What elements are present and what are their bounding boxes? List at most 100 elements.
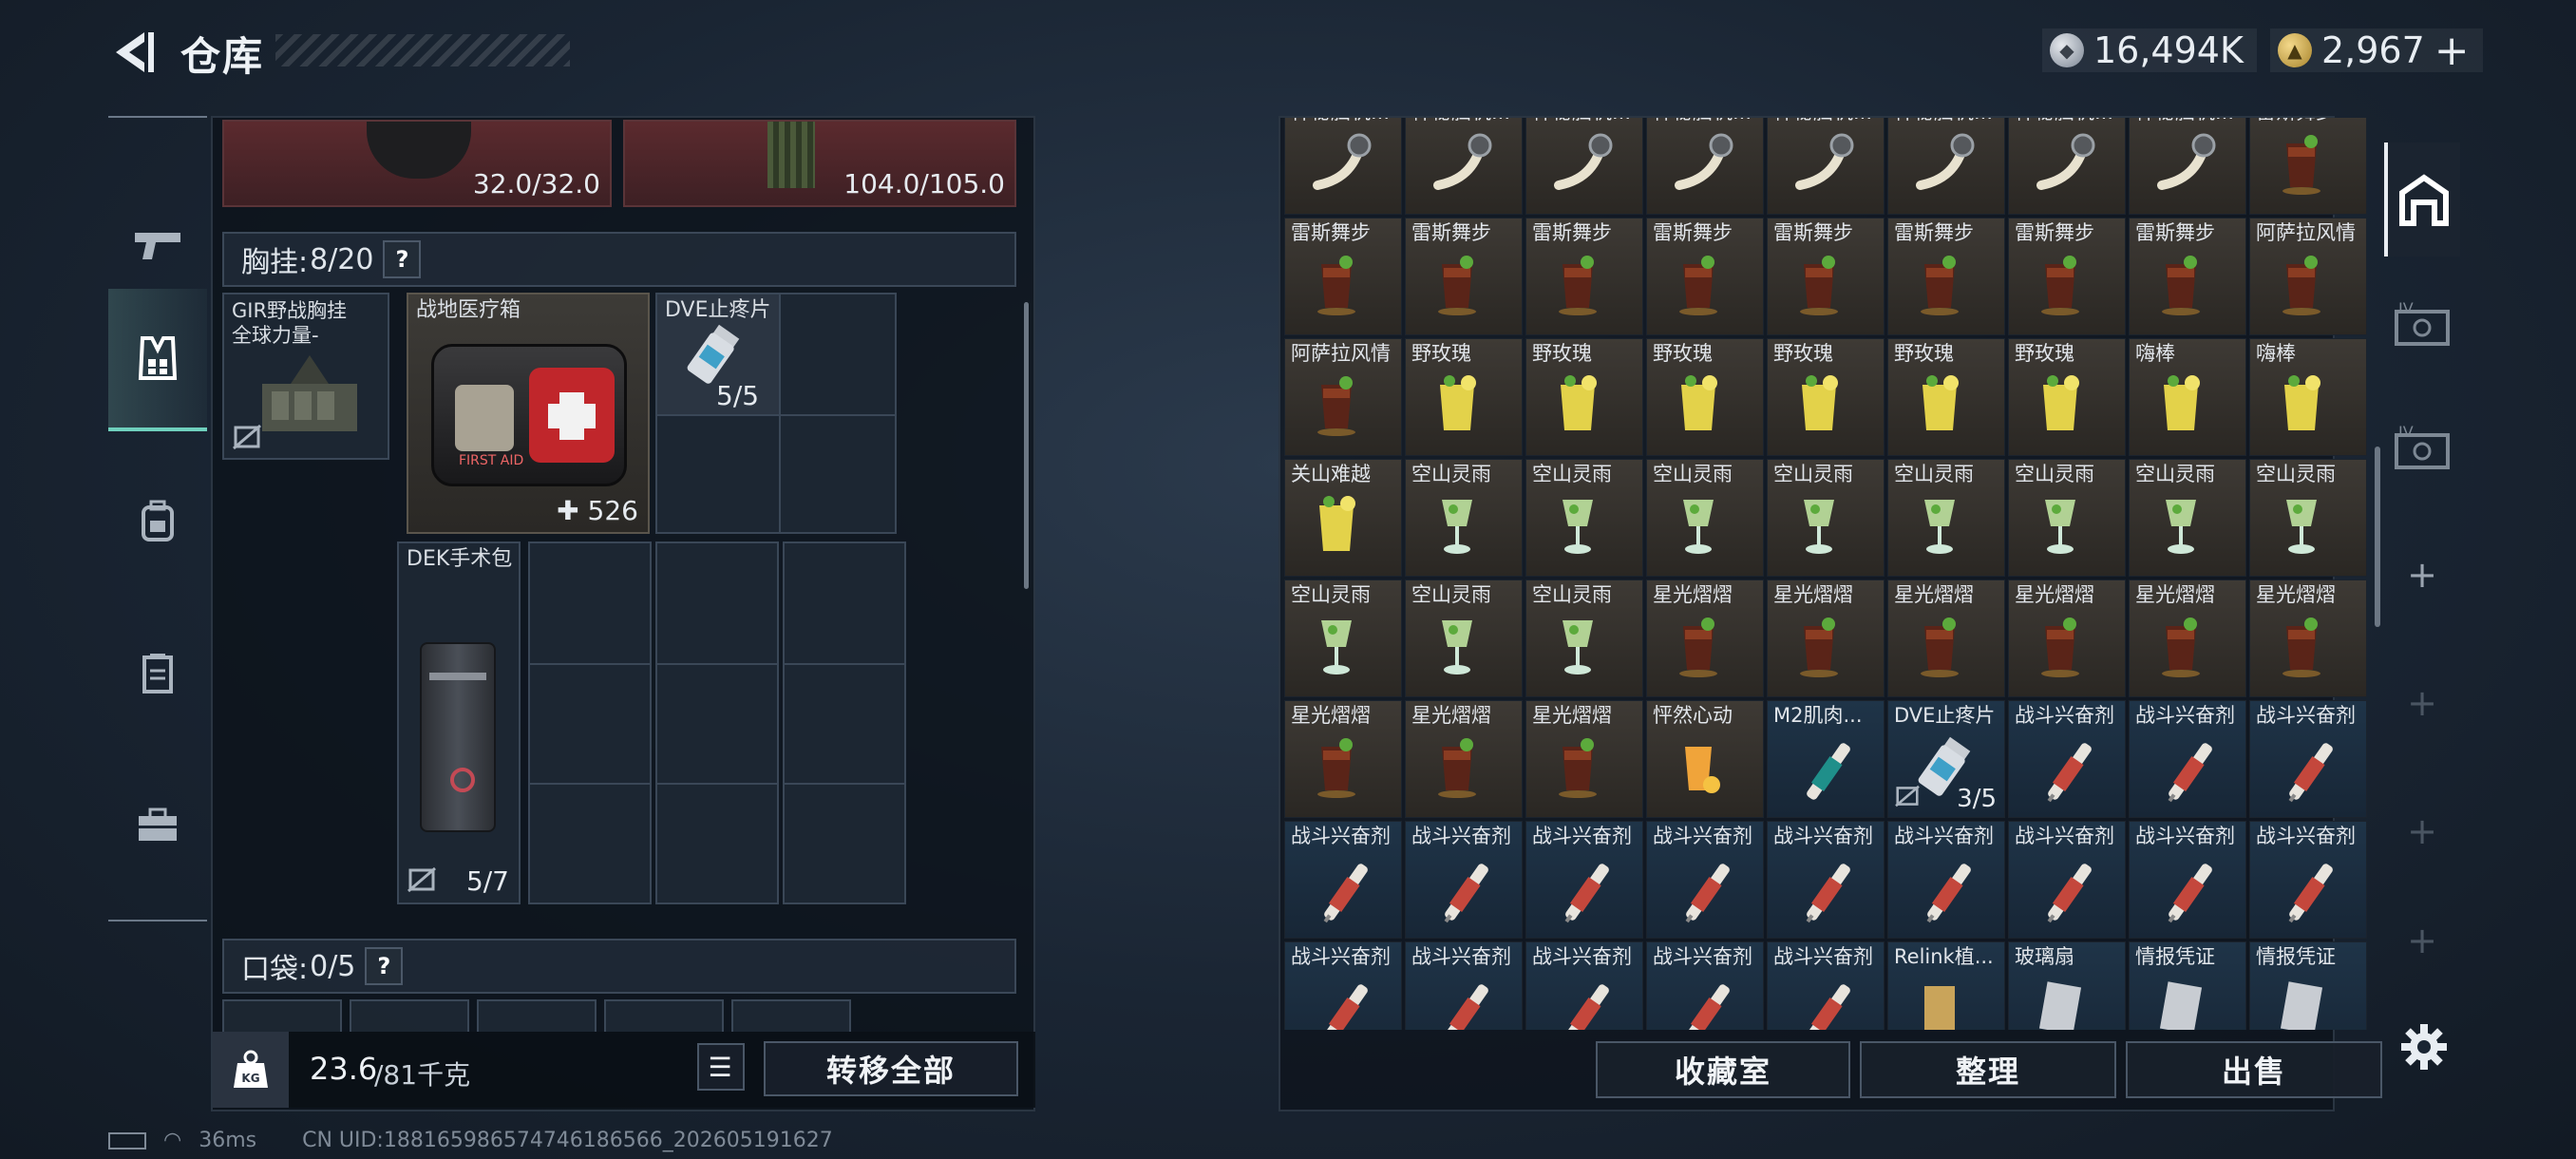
storage-item[interactable]: 战斗兴奋剂: [1525, 821, 1643, 939]
storage-item[interactable]: 战斗兴奋剂: [1646, 941, 1764, 1030]
back-arrow-icon[interactable]: [106, 27, 158, 78]
help-icon[interactable]: ?: [383, 240, 422, 278]
storage-item[interactable]: 野玫瑰: [2008, 338, 2126, 456]
storage-item[interactable]: 神秘脑机...: [2008, 118, 2126, 215]
transfer-all-button[interactable]: 转移全部: [764, 1041, 1018, 1096]
sell-button[interactable]: 出售: [2126, 1041, 2382, 1098]
sidebar-item-backpack[interactable]: [108, 450, 207, 593]
storage-item[interactable]: 战斗兴奋剂: [2249, 700, 2367, 818]
storage-item[interactable]: 空山灵雨: [1405, 580, 1523, 697]
storage-item[interactable]: 战斗兴奋剂: [1767, 941, 1885, 1030]
storage-item[interactable]: 战斗兴奋剂: [2249, 821, 2367, 939]
storage-item[interactable]: 星光熠熠: [2129, 580, 2246, 697]
pocket-slot[interactable]: [731, 999, 851, 1032]
storage-item[interactable]: 战斗兴奋剂: [2008, 821, 2126, 939]
empty-slot[interactable]: [655, 542, 779, 904]
storage-item[interactable]: 空山灵雨: [2129, 459, 2246, 577]
storage-item[interactable]: 关山难越: [1284, 459, 1402, 577]
storage-item[interactable]: 雷斯舞步: [1405, 218, 1523, 335]
tab-storage-3[interactable]: IV: [2384, 390, 2460, 504]
add-gold-icon[interactable]: +: [2434, 27, 2470, 75]
storage-item[interactable]: M2肌肉...: [1767, 700, 1885, 818]
pocket-slot[interactable]: [477, 999, 597, 1032]
storage-item[interactable]: 空山灵雨: [1887, 459, 2005, 577]
storage-item[interactable]: DVE止疼片 3/5: [1887, 700, 2005, 818]
storage-item[interactable]: 雷斯舞步: [2008, 218, 2126, 335]
tab-storage-2[interactable]: IV: [2384, 266, 2460, 380]
storage-item[interactable]: 神秘脑机...: [1525, 118, 1643, 215]
storage-item[interactable]: 空山灵雨: [1525, 580, 1643, 697]
storage-item[interactable]: 神秘脑机...: [1284, 118, 1402, 215]
storage-item[interactable]: 星光熠熠: [1646, 580, 1764, 697]
storage-item[interactable]: Relink植...: [1887, 941, 2005, 1030]
rig-slot[interactable]: GIR野战胸挂 全球力量-: [222, 293, 389, 460]
storage-item[interactable]: 战斗兴奋剂: [1646, 821, 1764, 939]
storage-item[interactable]: 空山灵雨: [1646, 459, 1764, 577]
storage-item[interactable]: 星光熠熠: [2008, 580, 2126, 697]
storage-item[interactable]: 雷斯舞步: [1284, 218, 1402, 335]
storage-item[interactable]: 野玫瑰: [1405, 338, 1523, 456]
storage-item[interactable]: 嗨棒: [2249, 338, 2367, 456]
storage-item[interactable]: 野玫瑰: [1887, 338, 2005, 456]
storage-item[interactable]: 战斗兴奋剂: [1887, 821, 2005, 939]
add-storage-icon[interactable]: +: [2384, 518, 2460, 632]
sort-button[interactable]: 整理: [1860, 1041, 2116, 1098]
storage-item[interactable]: 空山灵雨: [1405, 459, 1523, 577]
storage-item[interactable]: 星光熠熠: [2249, 580, 2367, 697]
first-aid-kit-slot[interactable]: 战地医疗箱 FIRST AID ✚ 526: [407, 293, 650, 534]
pocket-slot[interactable]: [350, 999, 469, 1032]
storage-item[interactable]: 战斗兴奋剂: [1767, 821, 1885, 939]
storage-item[interactable]: 战斗兴奋剂: [1284, 941, 1402, 1030]
left-scrollbar[interactable]: [1024, 302, 1029, 589]
sidebar-item-armor[interactable]: [108, 602, 207, 745]
storage-item[interactable]: 星光熠熠: [1887, 580, 2005, 697]
storage-item[interactable]: 神秘脑机...: [1646, 118, 1764, 215]
storage-item[interactable]: 雷斯舞步: [2249, 118, 2367, 215]
storage-item[interactable]: 情报凭证: [2249, 941, 2367, 1030]
storage-item[interactable]: 玻璃扇: [2008, 941, 2126, 1030]
storage-item[interactable]: 战斗兴奋剂: [2008, 700, 2126, 818]
storage-item[interactable]: 情报凭证: [2129, 941, 2246, 1030]
storage-item[interactable]: 雷斯舞步: [2129, 218, 2246, 335]
storage-item[interactable]: 战斗兴奋剂: [1405, 821, 1523, 939]
storage-item[interactable]: 星光熠熠: [1525, 700, 1643, 818]
top-item-slot-1[interactable]: 32.0/32.0: [222, 120, 612, 207]
help-icon[interactable]: ?: [365, 947, 404, 985]
sidebar-item-case[interactable]: [108, 754, 207, 897]
storage-item[interactable]: 神秘脑机...: [2129, 118, 2246, 215]
collection-room-button[interactable]: 收藏室: [1596, 1041, 1850, 1098]
storage-item[interactable]: 空山灵雨: [2249, 459, 2367, 577]
top-item-slot-2[interactable]: 104.0/105.0: [623, 120, 1016, 207]
storage-item[interactable]: 雷斯舞步: [1887, 218, 2005, 335]
storage-item[interactable]: 战斗兴奋剂: [2129, 700, 2246, 818]
storage-item[interactable]: 雷斯舞步: [1767, 218, 1885, 335]
storage-item[interactable]: 神秘脑机...: [1767, 118, 1885, 215]
storage-item[interactable]: 空山灵雨: [1525, 459, 1643, 577]
storage-item[interactable]: 战斗兴奋剂: [1525, 941, 1643, 1030]
settings-gear-icon[interactable]: [2399, 1022, 2449, 1072]
storage-item[interactable]: 野玫瑰: [1525, 338, 1643, 456]
storage-item[interactable]: 星光熠熠: [1405, 700, 1523, 818]
list-view-icon[interactable]: ☰: [697, 1043, 745, 1091]
storage-item[interactable]: 星光熠熠: [1284, 700, 1402, 818]
storage-item[interactable]: 战斗兴奋剂: [1405, 941, 1523, 1030]
sidebar-item-chest-rig[interactable]: [108, 289, 207, 431]
storage-item[interactable]: 神秘脑机...: [1887, 118, 2005, 215]
painkiller-slot[interactable]: DVE止疼片 5/5: [655, 293, 897, 534]
storage-item[interactable]: 空山灵雨: [1767, 459, 1885, 577]
gold-currency[interactable]: ▲ 2,967 +: [2270, 27, 2483, 75]
empty-slot[interactable]: [528, 542, 652, 904]
storage-item[interactable]: 野玫瑰: [1767, 338, 1885, 456]
storage-item[interactable]: 空山灵雨: [1284, 580, 1402, 697]
storage-item[interactable]: 野玫瑰: [1646, 338, 1764, 456]
storage-item[interactable]: 嗨棒: [2129, 338, 2246, 456]
pocket-slot[interactable]: [604, 999, 724, 1032]
pocket-slot[interactable]: [222, 999, 342, 1032]
tab-main-storage[interactable]: [2384, 142, 2460, 256]
storage-item[interactable]: 神秘脑机...: [1405, 118, 1523, 215]
storage-item[interactable]: 雷斯舞步: [1646, 218, 1764, 335]
storage-item[interactable]: 星光熠熠: [1767, 580, 1885, 697]
storage-scrollbar[interactable]: [2375, 446, 2380, 627]
storage-item[interactable]: 阿萨拉风情: [1284, 338, 1402, 456]
storage-item[interactable]: 雷斯舞步: [1525, 218, 1643, 335]
